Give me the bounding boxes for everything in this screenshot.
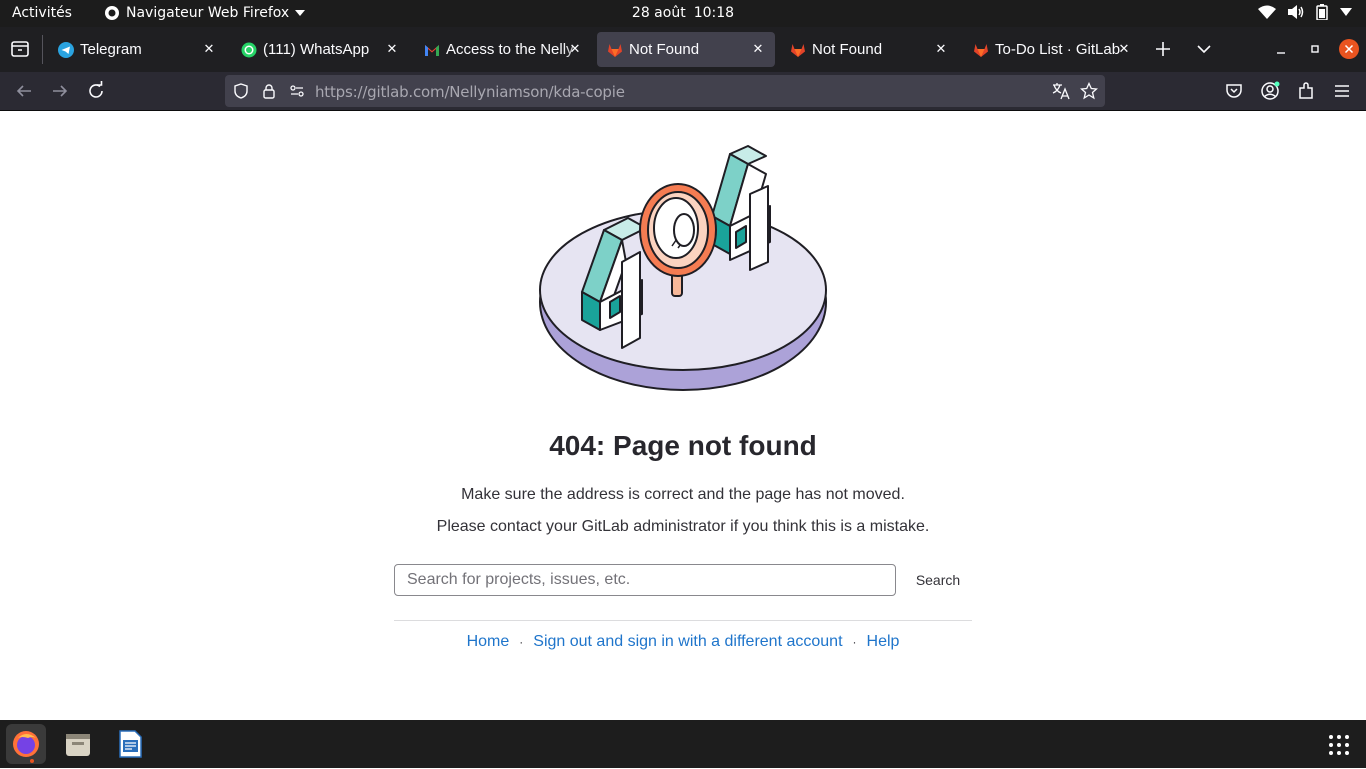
url-scheme-host: https://gitlab.com — [315, 83, 445, 101]
date-label: 28 août — [631, 5, 686, 21]
back-icon[interactable] — [13, 80, 35, 102]
translate-icon[interactable] — [1052, 82, 1070, 100]
error-description-line-2: Please contact your GitLab administrator… — [436, 518, 930, 535]
404-illustration — [539, 145, 827, 391]
footer-links: Home · Sign out and sign in with a differe… — [0, 633, 1366, 651]
new-tab-icon[interactable] — [1153, 39, 1173, 59]
dock-files[interactable] — [58, 724, 98, 764]
time-label: 10:18 — [693, 5, 735, 21]
close-icon[interactable]: ✕ — [933, 41, 949, 57]
divider — [394, 620, 972, 621]
tab-not-found[interactable]: Not Found ✕ — [780, 32, 958, 67]
reload-icon[interactable] — [85, 80, 107, 102]
page-title: 404: Page not found — [549, 430, 817, 461]
gmail-icon — [425, 44, 439, 56]
bookmark-star-icon[interactable] — [1080, 82, 1098, 100]
whatsapp-icon — [241, 42, 257, 57]
libreoffice-writer-icon — [119, 730, 142, 758]
close-icon[interactable]: ✕ — [567, 41, 583, 57]
error-description-line-1: Make sure the address is correct and the… — [461, 486, 905, 503]
tab-todo-list[interactable]: To-Do List · GitLab ✕ — [963, 32, 1141, 67]
battery-icon — [1316, 4, 1328, 20]
gitlab-icon — [608, 43, 622, 57]
files-icon — [66, 734, 90, 756]
help-link[interactable]: Help — [867, 633, 900, 650]
url-path: /Nellyniamson/kda-copie — [444, 83, 625, 101]
dock-firefox[interactable] — [6, 724, 46, 764]
maximize-icon[interactable] — [1305, 39, 1325, 59]
firefox-view-icon[interactable] — [8, 37, 32, 61]
pocket-icon[interactable] — [1223, 80, 1245, 102]
search-input[interactable] — [394, 564, 896, 596]
minimize-icon[interactable] — [1271, 39, 1291, 59]
window-close-icon[interactable] — [1338, 38, 1360, 60]
volume-icon — [1288, 5, 1304, 19]
home-link[interactable]: Home — [467, 633, 510, 650]
running-indicator — [30, 759, 34, 763]
close-icon[interactable]: ✕ — [384, 41, 400, 57]
system-tray[interactable] — [1258, 4, 1352, 20]
separator-dot: · — [519, 634, 524, 649]
dock — [0, 720, 1366, 768]
lock-icon[interactable] — [261, 83, 277, 99]
clock[interactable]: 28 août 10:18 — [0, 5, 1366, 21]
tab-gmail[interactable]: Access to the Nelly ✕ — [414, 32, 592, 67]
hamburger-menu-icon[interactable] — [1331, 80, 1353, 102]
wifi-icon — [1258, 5, 1276, 19]
system-top-bar: Activités Navigateur Web Firefox 28 août… — [0, 0, 1366, 27]
close-icon[interactable]: ✕ — [750, 41, 766, 57]
list-all-tabs-icon[interactable] — [1194, 39, 1214, 59]
search-form: Search — [394, 564, 972, 596]
account-icon[interactable] — [1259, 80, 1281, 102]
permissions-icon[interactable] — [289, 83, 305, 99]
close-icon[interactable]: ✕ — [201, 41, 217, 57]
telegram-icon — [58, 41, 74, 58]
forward-icon[interactable] — [49, 80, 71, 102]
sign-out-link[interactable]: Sign out and sign in with a different ac… — [533, 633, 842, 650]
firefox-icon — [13, 731, 39, 757]
show-applications-icon[interactable] — [1328, 734, 1350, 756]
separator-dot: · — [852, 634, 857, 649]
tracking-protection-shield-icon[interactable] — [233, 83, 249, 99]
search-button[interactable]: Search — [910, 564, 966, 596]
tab-telegram[interactable]: Telegram ✕ — [48, 32, 226, 67]
close-icon[interactable]: ✕ — [1116, 41, 1132, 57]
gitlab-icon — [974, 43, 988, 57]
page-content: 404: Page not found Make sure the addres… — [0, 112, 1366, 720]
extensions-icon[interactable] — [1295, 80, 1317, 102]
tab-strip: Telegram ✕ (111) WhatsApp ✕ Access to th… — [0, 27, 1366, 72]
gitlab-icon — [791, 43, 805, 57]
system-menu-chevron-icon — [1340, 8, 1352, 16]
tab-whatsapp[interactable]: (111) WhatsApp ✕ — [231, 32, 409, 67]
url-bar[interactable]: https://gitlab.com/Nellyniamson/kda-copi… — [225, 75, 1105, 107]
url-text[interactable]: https://gitlab.com/Nellyniamson/kda-copi… — [315, 83, 625, 101]
tab-not-found-active[interactable]: Not Found ✕ — [597, 32, 775, 67]
navigation-toolbar: https://gitlab.com/Nellyniamson/kda-copi… — [0, 72, 1366, 111]
dock-writer[interactable] — [110, 724, 150, 764]
